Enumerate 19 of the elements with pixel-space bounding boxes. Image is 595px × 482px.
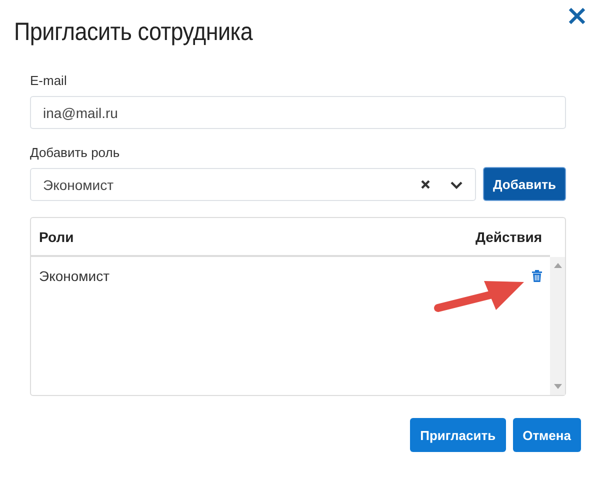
trash-icon xyxy=(532,270,542,282)
email-field[interactable]: ina@mail.ru xyxy=(30,96,566,129)
role-dropdown[interactable]: Экономист xyxy=(30,168,476,201)
dialog-button[interactable]: Пригласить xyxy=(410,418,506,452)
clear-button[interactable] xyxy=(421,180,430,189)
dialog-button[interactable]: Отмена xyxy=(512,418,581,452)
column-header: Действия xyxy=(475,228,542,244)
role-cell: Экономист xyxy=(39,268,110,284)
dropdown-toggle[interactable] xyxy=(450,180,463,188)
add-button[interactable]: Добавить xyxy=(483,167,566,201)
delete-button[interactable] xyxy=(532,270,542,282)
field-label: E-mail xyxy=(30,73,68,88)
chevron-down-icon xyxy=(450,180,463,188)
close-button[interactable] xyxy=(567,6,587,26)
clear-icon xyxy=(421,180,430,189)
dialog-title: Пригласить сотрудника xyxy=(14,18,253,47)
field-label: Добавить роль xyxy=(30,145,121,160)
column-header: Роли xyxy=(39,228,74,244)
close-icon xyxy=(567,6,587,26)
